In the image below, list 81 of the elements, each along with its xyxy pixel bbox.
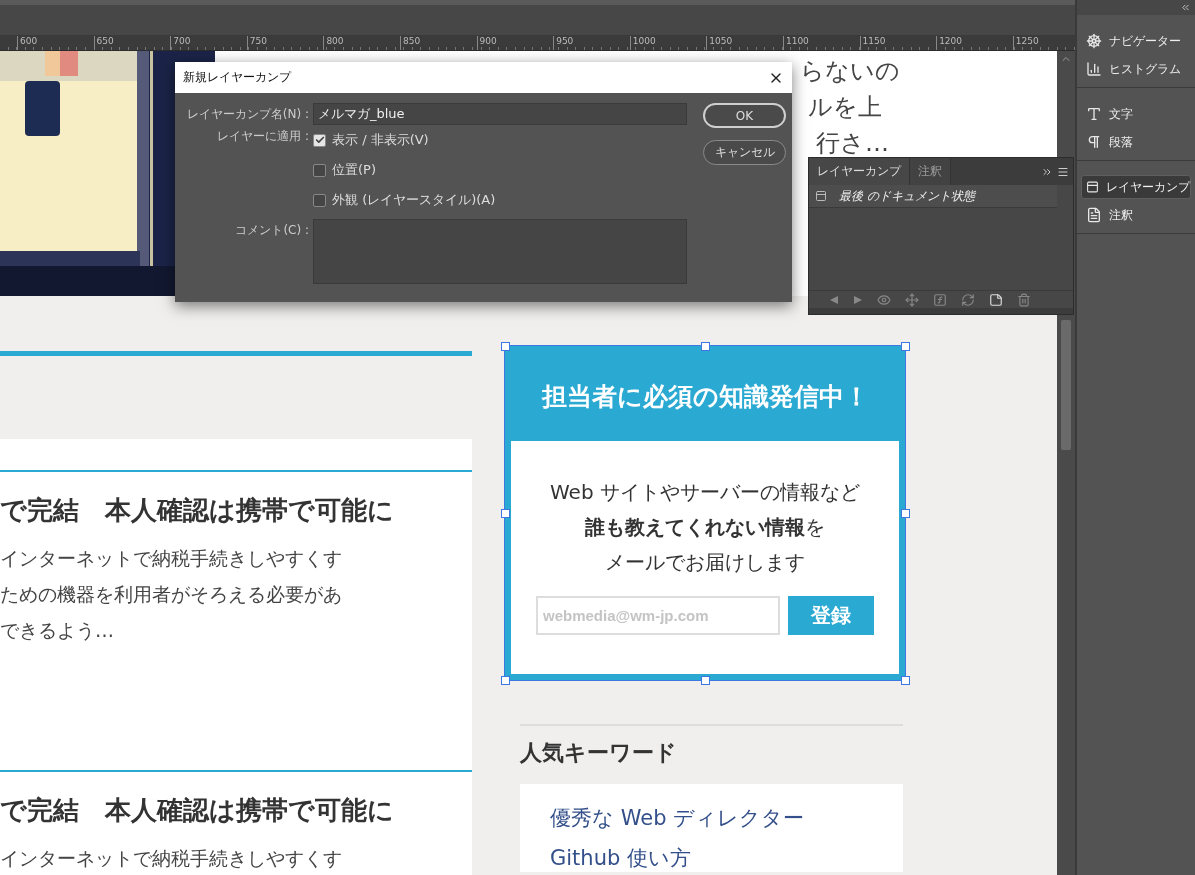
dialog-button[interactable]: OK xyxy=(703,103,786,128)
ruler-mark: 650 xyxy=(93,36,171,50)
ruler-mark: 600 xyxy=(17,36,94,50)
layer-comp-name: 最後 のドキュメント状態 xyxy=(839,187,975,205)
function-icon[interactable] xyxy=(933,292,947,307)
dock-panel-label: レイヤーカンプ xyxy=(1106,178,1190,196)
newsletter-heading: 担当者に必須の知識発信中！ xyxy=(540,381,870,413)
apply-label: レイヤーに適用 : xyxy=(216,128,309,145)
layer-comp-row[interactable]: 最後 のドキュメント状態 xyxy=(809,185,1057,208)
dock-panel-label: ナビゲーター xyxy=(1109,32,1181,50)
dock-panel-item[interactable]: ヒストグラム xyxy=(1081,57,1191,81)
comment-field[interactable] xyxy=(313,219,687,284)
article-title[interactable]: で完結 本人確認は携帯で可能に xyxy=(0,792,472,828)
name-label: レイヤーカンプ名(N) : xyxy=(185,106,309,123)
checkbox[interactable] xyxy=(313,163,326,177)
option-label[interactable]: 位置(P) xyxy=(332,161,376,179)
selection-handle[interactable] xyxy=(901,342,910,351)
ruler-mark: 1050 xyxy=(706,36,783,50)
pilcrow-icon xyxy=(1086,134,1102,150)
keyword-link[interactable]: 優秀な Web ディレクター xyxy=(550,804,903,832)
dock-panel-label: ヒストグラム xyxy=(1109,60,1181,78)
article-text: らないの xyxy=(800,56,900,87)
option-label[interactable]: 外観 (レイヤースタイル)(A) xyxy=(332,191,496,209)
layer-comps-icon xyxy=(815,190,827,202)
scroll-thumb[interactable] xyxy=(1061,320,1071,450)
dialog-title: 新規レイヤーカンプ xyxy=(183,69,291,86)
selection-handle[interactable] xyxy=(501,342,510,351)
article-text: 行さ… xyxy=(816,128,889,159)
dock-panel-item[interactable]: 注釈 xyxy=(1081,203,1191,227)
menu-icon[interactable] xyxy=(1057,165,1069,178)
dock-panel-item[interactable]: 段落 xyxy=(1081,130,1191,154)
ruler-mark: 850 xyxy=(399,36,477,50)
panel-tab[interactable]: レイヤーカンプ xyxy=(809,158,910,185)
email-field[interactable]: webmedia@wm-jp.com xyxy=(536,596,780,635)
panel-tab[interactable]: 注釈 xyxy=(910,158,951,185)
ruler-mark: 1000 xyxy=(629,36,707,50)
note-icon xyxy=(1086,207,1102,223)
selection-handle[interactable] xyxy=(701,342,710,351)
move-icon[interactable] xyxy=(905,292,919,307)
article-excerpt: インターネットで納税手続きしやすくす xyxy=(0,846,343,871)
selection-handle[interactable] xyxy=(901,509,910,518)
type-icon xyxy=(1086,106,1102,122)
collapse-icon[interactable] xyxy=(1180,2,1191,13)
new-comp-icon[interactable] xyxy=(989,292,1003,307)
dialog-button[interactable]: キャンセル xyxy=(703,140,786,165)
ruler-mark: 950 xyxy=(553,36,630,50)
trash-icon[interactable] xyxy=(1017,292,1031,307)
dock-panel-label: 注釈 xyxy=(1109,206,1133,224)
selection-handle[interactable] xyxy=(701,676,710,685)
article-excerpt: インターネットで納税手続きしやすくす ための機器を利用者がそろえる必要があ できるよう… xyxy=(0,546,343,643)
article-title[interactable]: で完結 本人確認は携帯で可能に xyxy=(0,492,472,528)
histogram-icon xyxy=(1086,61,1102,77)
newsletter-message: Web サイトやサーバーの情報など 誰も教えてくれない情報を メールでお届けします xyxy=(550,479,860,576)
dock-panel-item[interactable]: 文字 xyxy=(1081,102,1191,126)
layer-comps-icon xyxy=(1086,179,1099,195)
dock-panel-label: 段落 xyxy=(1109,133,1133,151)
dock-panel-item[interactable]: レイヤーカンプ xyxy=(1081,175,1191,199)
ruler-mark: 1100 xyxy=(782,36,860,50)
checkbox[interactable] xyxy=(313,133,326,147)
ship-wheel-icon xyxy=(1086,33,1102,49)
article-text: ルを上 xyxy=(808,92,882,123)
previous-icon[interactable] xyxy=(829,294,839,305)
refresh-icon[interactable] xyxy=(961,292,975,307)
selection-handle[interactable] xyxy=(501,676,510,685)
name-field[interactable]: メルマガ_blue xyxy=(313,103,687,125)
option-label[interactable]: 表示 / 非表示(V) xyxy=(332,131,429,149)
checkbox[interactable] xyxy=(313,193,326,207)
next-icon[interactable] xyxy=(853,294,863,305)
selection-handle[interactable] xyxy=(501,509,510,518)
comment-label: コメント(C) : xyxy=(234,222,309,239)
selection-handle[interactable] xyxy=(901,676,910,685)
ruler-mark: 750 xyxy=(246,36,324,50)
keyword-link[interactable]: Github 使い方 xyxy=(550,844,903,872)
ruler-mark: 1200 xyxy=(936,36,1013,50)
keywords-title: 人気キーワード xyxy=(520,739,678,767)
ruler-mark: 700 xyxy=(170,36,247,50)
dock-panel-label: 文字 xyxy=(1109,105,1133,123)
eye-icon[interactable] xyxy=(877,292,891,307)
ruler-mark: 900 xyxy=(476,36,554,50)
ruler-mark: 800 xyxy=(323,36,400,50)
ruler-mark: 1150 xyxy=(859,36,937,50)
